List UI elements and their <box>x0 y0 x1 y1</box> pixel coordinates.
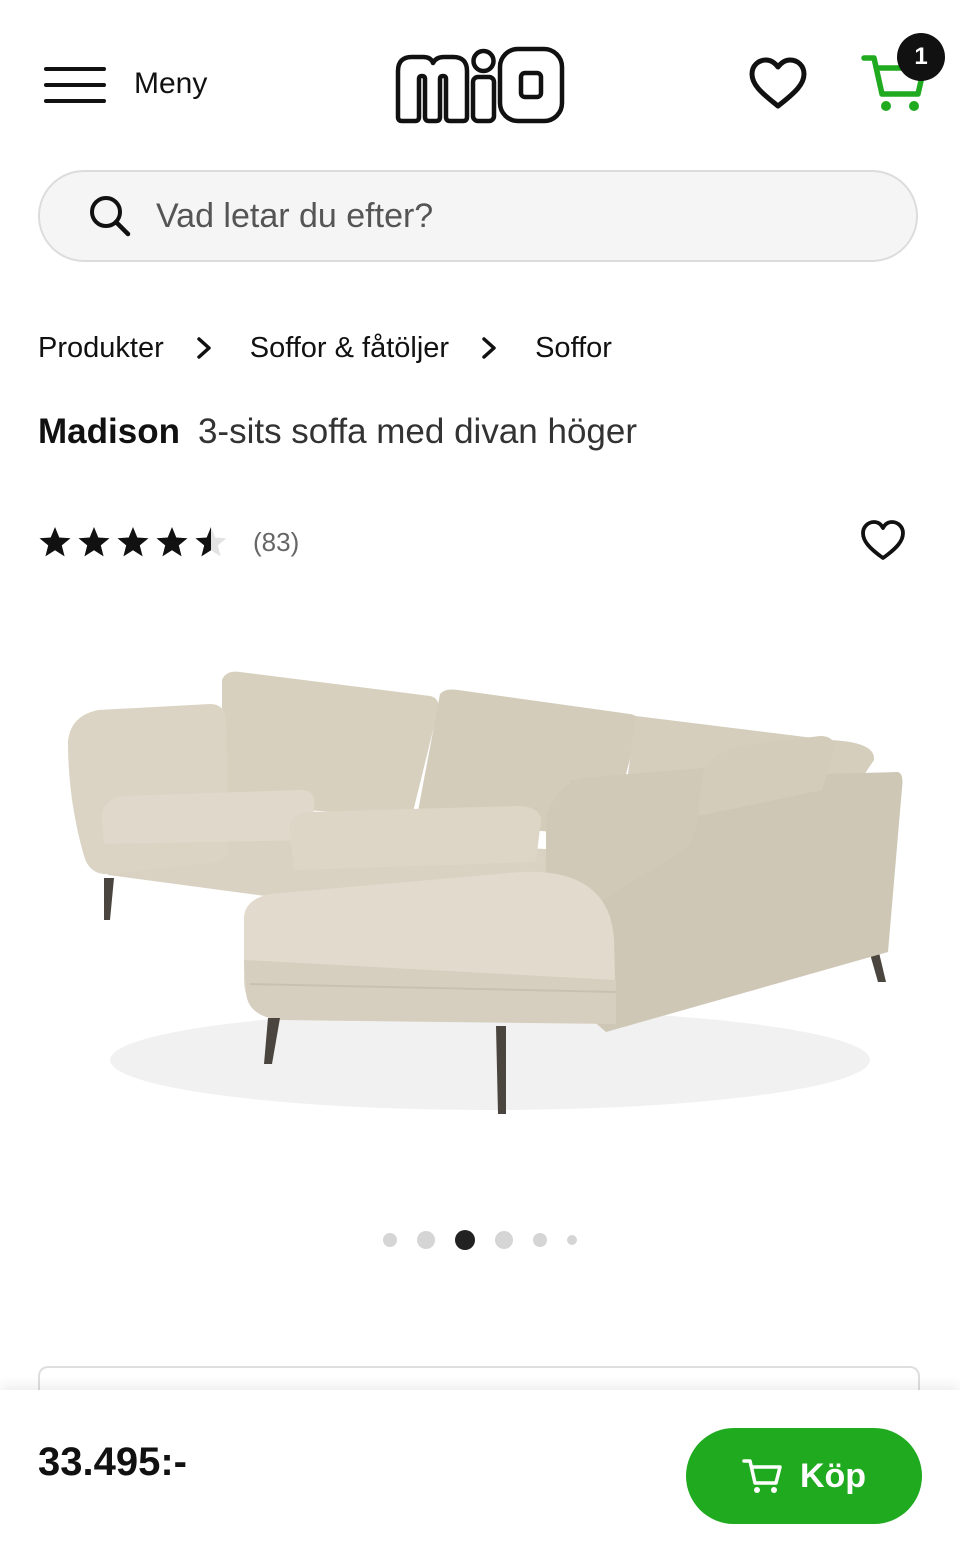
product-description: 3-sits soffa med divan höger <box>197 412 637 451</box>
breadcrumb-item-soffor-fatoljer[interactable]: Soffor & fåtöljer <box>250 332 449 365</box>
sticky-buy-bar: 33.495:- Köp <box>0 1390 960 1558</box>
star-full-icon <box>39 527 71 557</box>
star-half-icon <box>195 527 227 557</box>
gallery-pagination <box>0 1226 960 1254</box>
gallery-dot[interactable] <box>495 1231 513 1249</box>
gallery-dot[interactable] <box>533 1233 547 1247</box>
rating-stars <box>38 525 233 559</box>
gallery-dot[interactable] <box>417 1231 435 1249</box>
star-full-icon <box>78 527 110 557</box>
star-full-icon <box>156 527 188 557</box>
cart-icon <box>742 1459 782 1493</box>
chevron-right-icon <box>482 337 496 359</box>
cart-count-badge: 1 <box>897 33 945 81</box>
corner-sofa-image[interactable] <box>50 640 910 1140</box>
breadcrumb: Produkter Soffor & fåtöljer Soffor <box>38 326 612 370</box>
search-icon <box>90 196 131 237</box>
chevron-right-icon <box>196 337 211 359</box>
product-rating[interactable]: (83) <box>38 522 299 562</box>
search-input[interactable] <box>154 195 858 237</box>
search-bar[interactable] <box>38 170 918 262</box>
product-price: 33.495:- <box>38 1440 187 1484</box>
breadcrumb-item-produkter[interactable]: Produkter <box>38 332 164 365</box>
star-full-icon <box>117 527 149 557</box>
gallery-dot[interactable] <box>383 1233 397 1247</box>
wishlist-heart-icon[interactable] <box>748 56 808 112</box>
hamburger-icon <box>40 61 106 107</box>
buy-button-label: Köp <box>799 1456 867 1495</box>
menu-button[interactable]: Meny <box>40 56 207 112</box>
product-brand: Madison <box>38 412 180 451</box>
menu-label: Meny <box>134 67 208 100</box>
buy-button[interactable]: Köp <box>686 1428 922 1524</box>
header: Meny mio 1 <box>0 0 960 160</box>
review-count: (83) <box>253 526 300 557</box>
gallery-dot[interactable] <box>567 1235 577 1245</box>
breadcrumb-item-soffor[interactable]: Soffor <box>535 332 612 365</box>
product-title: Madison 3-sits soffa med divan höger <box>38 412 637 452</box>
product-wishlist-heart-icon[interactable] <box>860 518 906 564</box>
mio-logo[interactable]: mio <box>393 43 567 125</box>
gallery-dot-active[interactable] <box>455 1230 475 1250</box>
